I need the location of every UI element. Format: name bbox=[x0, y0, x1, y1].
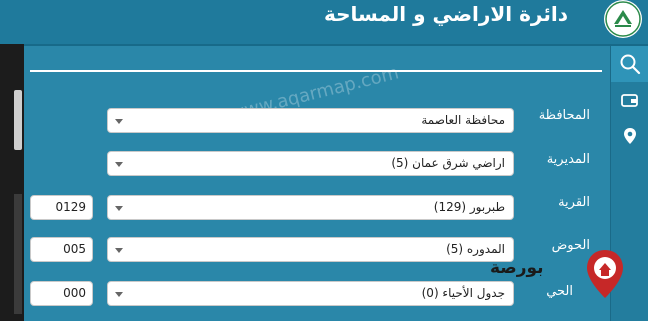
location-pin-icon bbox=[624, 128, 636, 144]
chevron-down-icon bbox=[115, 119, 123, 124]
village-code: 0129 bbox=[55, 200, 86, 214]
village-value: طبربور (129) bbox=[433, 200, 505, 214]
neighborhood-code-field[interactable]: 000 bbox=[30, 281, 93, 306]
app-header: دائرة الاراضي و المساحة bbox=[0, 0, 648, 44]
left-strip bbox=[0, 44, 24, 321]
basin-code: 005 bbox=[63, 242, 86, 256]
chevron-down-icon bbox=[115, 248, 123, 253]
wallet-button[interactable] bbox=[611, 82, 648, 118]
chevron-down-icon bbox=[115, 162, 123, 167]
basin-code-field[interactable]: 005 bbox=[30, 237, 93, 262]
badge-logo bbox=[585, 248, 625, 300]
chevron-down-icon bbox=[115, 206, 123, 211]
neighborhood-select[interactable]: جدول الأحياء (0) bbox=[107, 281, 514, 306]
neighborhood-value: جدول الأحياء (0) bbox=[421, 286, 505, 300]
map-pin-logo-icon bbox=[587, 250, 623, 298]
logo-icon bbox=[605, 1, 641, 37]
logo bbox=[604, 0, 642, 38]
search-button[interactable] bbox=[611, 46, 648, 82]
divider bbox=[30, 70, 602, 72]
chevron-down-icon bbox=[115, 292, 123, 297]
location-button[interactable] bbox=[611, 118, 648, 154]
village-code-field[interactable]: 0129 bbox=[30, 195, 93, 220]
neighborhood-code: 000 bbox=[63, 286, 86, 300]
page-title: دائرة الاراضي و المساحة bbox=[323, 2, 568, 26]
governorate-label: المحافظة bbox=[538, 108, 590, 123]
village-select[interactable]: طبربور (129) bbox=[107, 195, 514, 220]
basin-select[interactable]: المدوره (5) bbox=[107, 237, 514, 262]
governorate-select[interactable]: محافظة العاصمة bbox=[107, 108, 514, 133]
scrollbar-thumb[interactable] bbox=[14, 90, 22, 150]
neighborhood-label: الحي bbox=[546, 284, 573, 299]
badge-text: بورصة bbox=[490, 258, 544, 278]
village-label: القرية bbox=[558, 195, 590, 210]
scrollbar-track bbox=[14, 194, 22, 314]
directorate-select[interactable]: اراضي شرق عمان (5) bbox=[107, 151, 514, 176]
search-icon bbox=[620, 54, 641, 75]
basin-value: المدوره (5) bbox=[446, 242, 505, 256]
directorate-value: اراضي شرق عمان (5) bbox=[391, 156, 505, 170]
directorate-label: المديرية bbox=[546, 152, 590, 167]
wallet-icon bbox=[621, 94, 638, 107]
governorate-value: محافظة العاصمة bbox=[421, 113, 505, 127]
